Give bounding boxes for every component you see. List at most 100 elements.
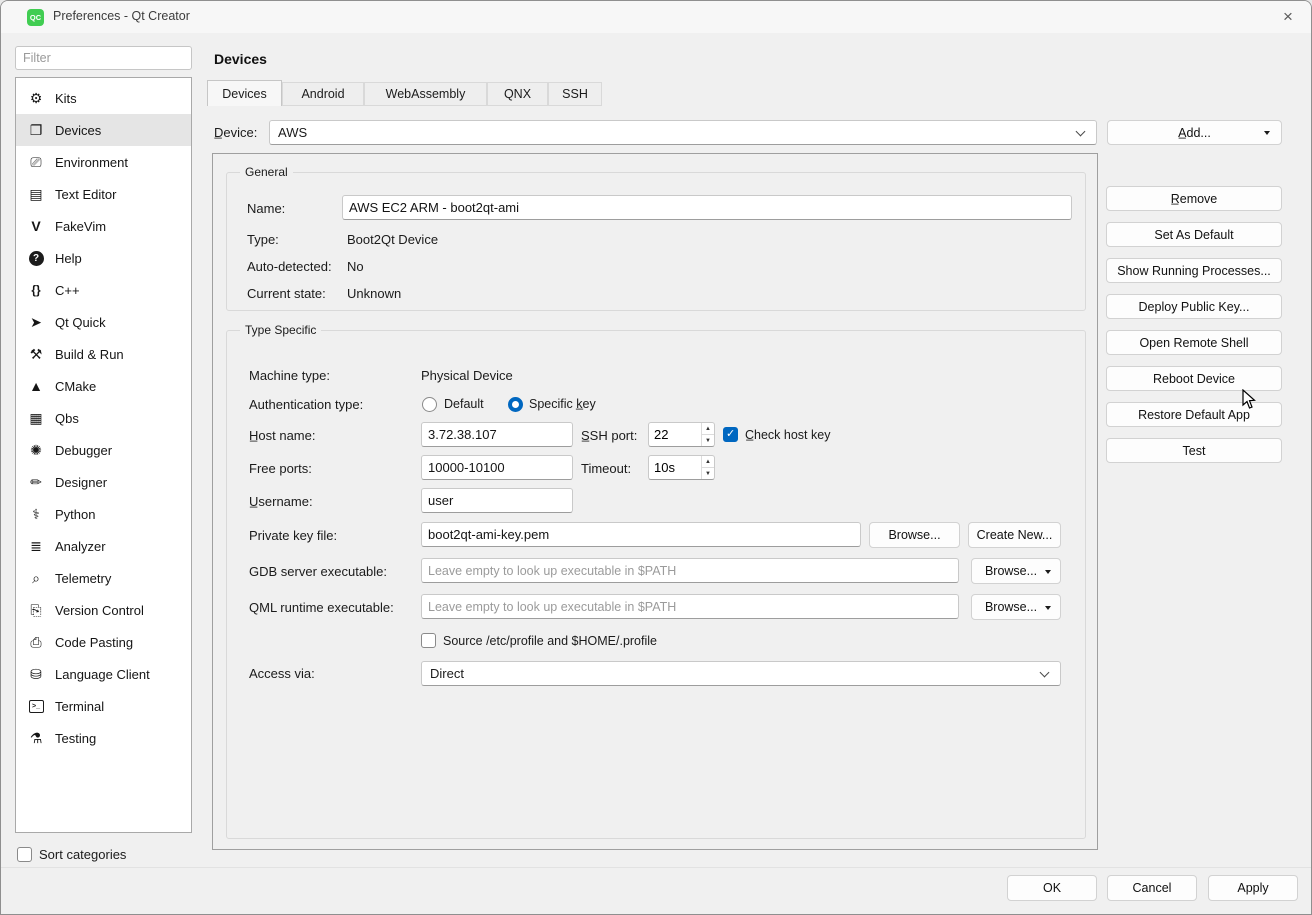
tab-android[interactable]: Android (282, 82, 364, 106)
set-as-default-button[interactable]: Set As Default (1106, 222, 1282, 247)
sort-categories-label: Sort categories (39, 847, 126, 862)
access-via-combobox[interactable]: Direct (421, 661, 1061, 686)
braces-icon: {} (26, 281, 46, 299)
sidebar-item-text-editor[interactable]: ▤Text Editor (16, 178, 191, 210)
close-icon[interactable]: × (1265, 1, 1311, 33)
sidebar-item-label: Environment (55, 155, 128, 170)
pages-icon: ⎘ (26, 601, 46, 619)
vim-icon: V (26, 217, 46, 235)
sidebar-item-label: Build & Run (55, 347, 124, 362)
gdb-server-input[interactable] (421, 558, 959, 583)
sidebar-item-testing[interactable]: ⚗Testing (16, 722, 191, 754)
open-remote-shell-button[interactable]: Open Remote Shell (1106, 330, 1282, 355)
sidebar-item-kits[interactable]: ⚙Kits (16, 82, 191, 114)
auth-default-label[interactable]: Default (444, 393, 484, 415)
chevron-down-icon (1076, 127, 1086, 137)
sidebar-item-terminal[interactable]: >_Terminal (16, 690, 191, 722)
filter-input[interactable] (15, 46, 192, 70)
browse-private-key-button[interactable]: Browse... (869, 522, 960, 548)
title-bar: QC Preferences - Qt Creator × (1, 1, 1311, 33)
sidebar-item-qt-quick[interactable]: ➤Qt Quick (16, 306, 191, 338)
ok-button[interactable]: OK (1007, 875, 1097, 901)
pencil-icon: ✏ (26, 473, 46, 491)
source-profile-checkbox[interactable] (421, 633, 436, 648)
sidebar-item-version-control[interactable]: ⎘Version Control (16, 594, 191, 626)
tab-ssh[interactable]: SSH (548, 82, 602, 106)
ssh-port-spinbox[interactable]: ▲ ▼ (648, 422, 715, 447)
auth-default-radio[interactable] (422, 397, 437, 412)
machine-type-label: Machine type: (249, 364, 330, 386)
hammer-icon: ⚒ (26, 345, 46, 363)
device-combobox[interactable]: AWS (269, 120, 1097, 145)
triangle-icon: ▲ (26, 377, 46, 395)
auth-specific-key-radio[interactable] (508, 397, 523, 412)
sidebar-item-telemetry[interactable]: ⌕Telemetry (16, 562, 191, 594)
sidebar-item-fakevim[interactable]: VFakeVim (16, 210, 191, 242)
sidebar-item-designer[interactable]: ✏Designer (16, 466, 191, 498)
private-key-file-input[interactable] (421, 522, 861, 547)
sidebar-item-label: Telemetry (55, 571, 111, 586)
window-title: Preferences - Qt Creator (53, 9, 190, 23)
cancel-label: Cancel (1133, 881, 1172, 895)
free-ports-input[interactable] (421, 455, 573, 480)
type-label: Type: (247, 228, 279, 250)
auth-specific-key-label[interactable]: Specific k̲ey (529, 393, 596, 415)
dropdown-arrow-icon (1045, 570, 1051, 574)
sidebar-item-devices[interactable]: ❐Devices (16, 114, 191, 146)
qml-runtime-input[interactable] (421, 594, 959, 619)
username-input[interactable] (421, 488, 573, 513)
check-host-key-label[interactable]: C̲heck host key (745, 424, 830, 446)
add-button-label: A̲dd... (1178, 126, 1211, 140)
free-ports-label: Free ports: (249, 457, 312, 479)
tab-webassembly[interactable]: WebAssembly (364, 82, 487, 106)
tab-devices[interactable]: Devices (207, 80, 282, 106)
host-name-input[interactable] (421, 422, 573, 447)
sidebar-item-analyzer[interactable]: ≣Analyzer (16, 530, 191, 562)
remove-button[interactable]: R̲emove (1106, 186, 1282, 211)
spin-down-icon[interactable]: ▼ (702, 468, 714, 479)
apply-button[interactable]: Apply (1208, 875, 1298, 901)
reboot-device-button[interactable]: Reboot Device (1106, 366, 1282, 391)
browse-qml-button[interactable]: Browse... (971, 594, 1061, 620)
spin-up-icon[interactable]: ▲ (702, 456, 714, 468)
source-profile-label[interactable]: Source /etc/profile and $HOME/.profile (443, 630, 657, 652)
add-button[interactable]: A̲dd... (1107, 120, 1282, 145)
sidebar-item-language-client[interactable]: ⛁Language Client (16, 658, 191, 690)
check-host-key-checkbox[interactable] (723, 427, 738, 442)
deploy-public-key-button[interactable]: Deploy Public Key... (1106, 294, 1282, 319)
sidebar-item-build-run[interactable]: ⚒ Build & Run (16, 338, 191, 370)
sidebar-item-cpp[interactable]: {}C++ (16, 274, 191, 306)
name-input[interactable] (342, 195, 1072, 220)
timeout-input[interactable] (649, 456, 701, 479)
timeout-label: Timeout: (581, 457, 631, 479)
sort-categories-checkbox[interactable] (17, 847, 32, 862)
browse-label: Browse... (985, 600, 1037, 614)
dropdown-arrow-icon (1264, 131, 1270, 135)
ssh-port-input[interactable] (649, 423, 701, 446)
page-title: Devices (214, 51, 267, 67)
sidebar-item-code-pasting[interactable]: ⎙Code Pasting (16, 626, 191, 658)
language-server-icon: ⛁ (26, 665, 46, 683)
cancel-button[interactable]: Cancel (1107, 875, 1197, 901)
sidebar-item-debugger[interactable]: ✺Debugger (16, 434, 191, 466)
sidebar-item-label: Terminal (55, 699, 104, 714)
sidebar-item-label: Devices (55, 123, 101, 138)
sidebar-item-python[interactable]: ⚕Python (16, 498, 191, 530)
spin-up-icon[interactable]: ▲ (702, 423, 714, 435)
test-button[interactable]: Test (1106, 438, 1282, 463)
sidebar-item-qbs[interactable]: ▦Qbs (16, 402, 191, 434)
browse-gdb-button[interactable]: Browse... (971, 558, 1061, 584)
timeout-spinbox[interactable]: ▲ ▼ (648, 455, 715, 480)
sidebar-item-help[interactable]: ?Help (16, 242, 191, 274)
show-running-processes-button[interactable]: Show Running Processes... (1106, 258, 1282, 283)
restore-default-app-label: Restore Default App (1138, 408, 1250, 422)
qt-creator-logo-icon: QC (27, 9, 44, 26)
set-as-default-label: Set As Default (1154, 228, 1233, 242)
auto-detected-value: No (347, 255, 364, 277)
tab-qnx[interactable]: QNX (487, 82, 548, 106)
sidebar-item-cmake[interactable]: ▲CMake (16, 370, 191, 402)
spin-down-icon[interactable]: ▼ (702, 435, 714, 446)
restore-default-app-button[interactable]: Restore Default App (1106, 402, 1282, 427)
create-new-key-button[interactable]: Create New... (968, 522, 1061, 548)
sidebar-item-environment[interactable]: ⎚Environment (16, 146, 191, 178)
